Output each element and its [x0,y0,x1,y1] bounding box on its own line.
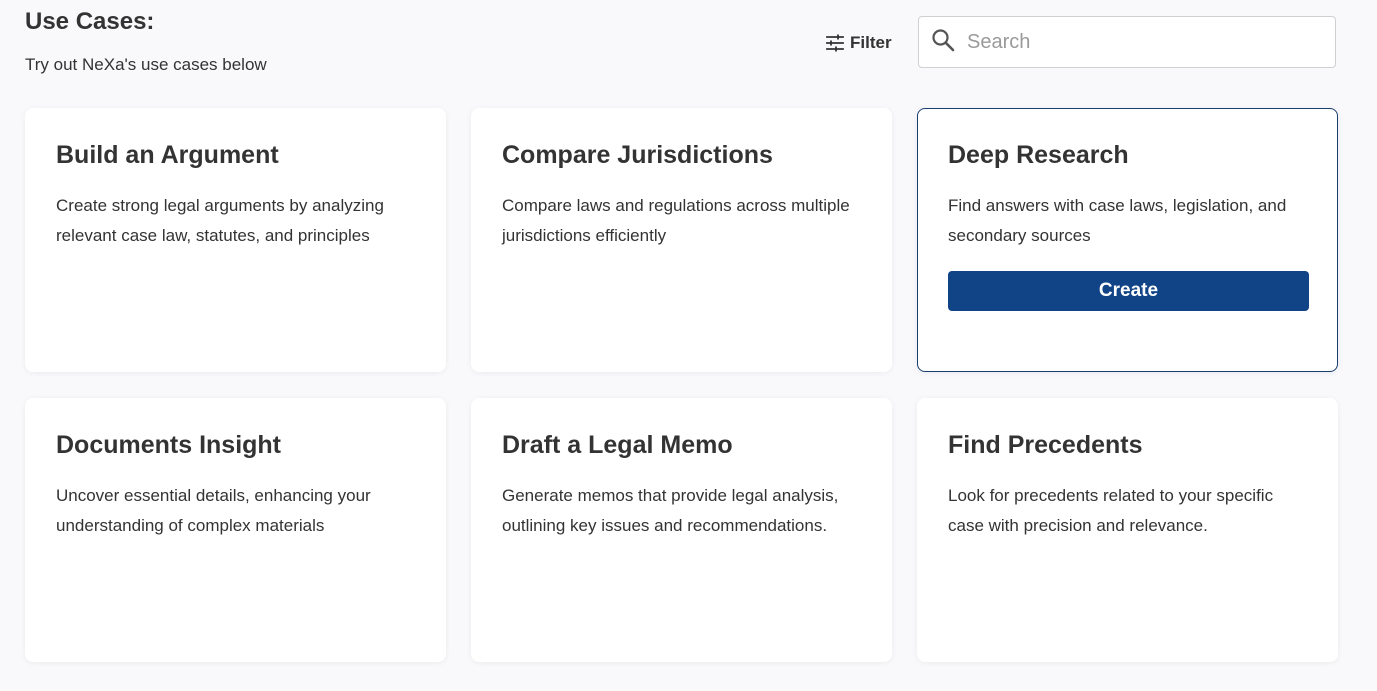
create-button[interactable]: Create [948,271,1309,311]
card-description: Uncover essential details, enhancing you… [56,486,371,535]
card-title: Documents Insight [56,431,282,459]
card-draft-a-legal-memo[interactable]: Draft a Legal Memo Generate memos that p… [471,398,892,662]
card-find-precedents[interactable]: Find Precedents Look for precedents rela… [917,398,1338,662]
card-description: Generate memos that provide legal analys… [502,486,839,535]
card-title: Draft a Legal Memo [502,431,733,459]
card-description: Create strong legal arguments by analyzi… [56,196,384,245]
card-title: Build an Argument [56,141,279,169]
card-title: Deep Research [948,141,1129,169]
filter-label: Filter [850,33,892,52]
search-input[interactable] [965,29,1329,55]
filter-button[interactable]: Filter [822,30,896,56]
card-description: Look for precedents related to your spec… [948,486,1274,535]
page-title: Use Cases: [25,8,155,35]
search-box[interactable] [918,16,1336,68]
card-deep-research[interactable]: Deep Research Find answers with case law… [917,108,1338,372]
card-title: Find Precedents [948,431,1143,459]
page-subtitle: Try out NeXa's use cases below [25,55,267,74]
search-icon [931,28,955,57]
card-title: Compare Jurisdictions [502,141,773,169]
card-description: Find answers with case laws, legislation… [948,196,1287,245]
card-description: Compare laws and regulations across mult… [502,196,850,245]
use-case-grid: Build an Argument Create strong legal ar… [25,108,1338,662]
sliders-icon [826,34,844,52]
card-compare-jurisdictions[interactable]: Compare Jurisdictions Compare laws and r… [471,108,892,372]
card-documents-insight[interactable]: Documents Insight Uncover essential deta… [25,398,446,662]
use-cases-page: Use Cases: Try out NeXa's use cases belo… [0,0,1377,691]
card-build-an-argument[interactable]: Build an Argument Create strong legal ar… [25,108,446,372]
